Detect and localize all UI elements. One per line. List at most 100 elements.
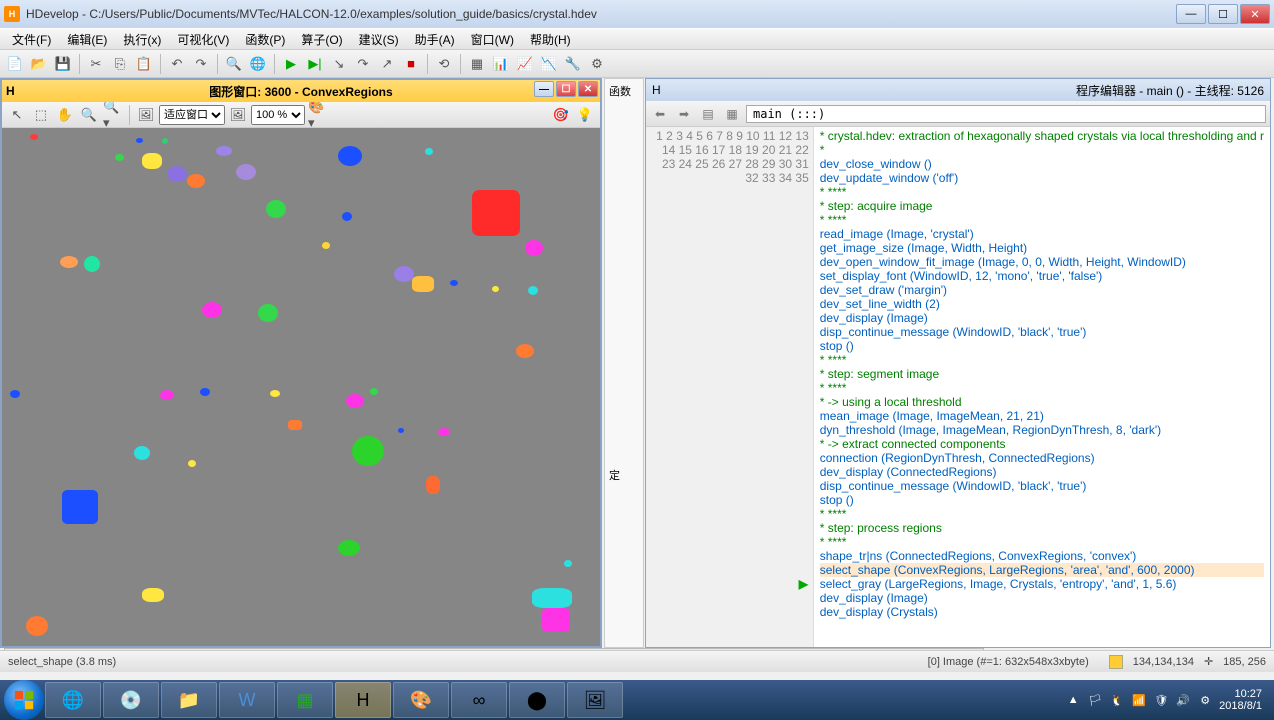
close-button[interactable]: ✕ (1240, 4, 1270, 24)
menu-item[interactable]: 执行(x) (115, 29, 169, 50)
minimize-button[interactable]: — (1176, 4, 1206, 24)
fit-select[interactable]: 适应窗口 (159, 105, 225, 125)
color-chip (1109, 655, 1123, 669)
region-blob (338, 146, 362, 166)
menu-item[interactable]: 窗口(W) (463, 29, 522, 50)
chart3-icon[interactable]: 📉 (538, 53, 560, 75)
window-buttons: — ☐ ✕ (1176, 4, 1270, 24)
status-left: select_shape (3.8 ms) (8, 656, 908, 668)
stop-icon[interactable]: ■ (400, 53, 422, 75)
task-app1[interactable]: 💿 (103, 682, 159, 718)
region-blob (516, 344, 534, 358)
save-icon[interactable]: 💾 (52, 53, 74, 75)
cut-icon[interactable]: ✂ (85, 53, 107, 75)
step-icon[interactable]: ▶| (304, 53, 326, 75)
task-hdevelop[interactable]: H (335, 682, 391, 718)
nav-fwd-icon[interactable]: ➡ (674, 104, 694, 124)
tray-qq-icon[interactable]: 🐧 (1109, 692, 1125, 708)
gw-maximize[interactable]: ☐ (556, 81, 576, 97)
status-rgb: 134,134,134 (1133, 656, 1194, 668)
region-blob (288, 420, 302, 430)
side-label-1: 函数 (605, 79, 643, 103)
region-blob (30, 134, 38, 140)
menu-item[interactable]: 算子(O) (293, 29, 350, 50)
graphics-canvas[interactable] (2, 128, 600, 646)
editor-titlebar[interactable]: H 程序编辑器 - main () - 主线程: 5126 (646, 79, 1270, 101)
nav-back-icon[interactable]: ⬅ (650, 104, 670, 124)
maximize-button[interactable]: ☐ (1208, 4, 1238, 24)
task-paint[interactable]: 🎨 (393, 682, 449, 718)
gw-minimize[interactable]: — (534, 81, 554, 97)
step-into-icon[interactable]: ↘ (328, 53, 350, 75)
tool2-icon[interactable]: ⚙ (586, 53, 608, 75)
bulb-icon[interactable]: 💡 (574, 104, 596, 126)
tray-net-icon[interactable]: 📶 (1131, 692, 1147, 708)
menu-item[interactable]: 编辑(E) (59, 29, 115, 50)
task-photos[interactable]: 🖼 (567, 682, 623, 718)
tray-clock[interactable]: 10:27 2018/8/1 (1219, 688, 1262, 712)
tray-gpu-icon[interactable]: ⚙ (1197, 692, 1213, 708)
tray-vol-icon[interactable]: 🔊 (1175, 692, 1191, 708)
zoom-icon[interactable]: 🔍 (78, 104, 100, 126)
menu-item[interactable]: 帮助(H) (522, 29, 579, 50)
run-icon[interactable]: ▶ (280, 53, 302, 75)
region-blob (492, 286, 499, 292)
task-excel[interactable]: ▦ (277, 682, 333, 718)
menu-item[interactable]: 助手(A) (407, 29, 463, 50)
hw-icon: H (6, 84, 15, 98)
region-blob (258, 304, 278, 322)
target-icon[interactable]: 🎯 (550, 104, 572, 126)
undo-icon[interactable]: ↶ (166, 53, 188, 75)
region-blob (162, 138, 168, 144)
tray-flag-icon[interactable]: 🏳 (1087, 692, 1103, 708)
task-browser[interactable]: 🌐 (45, 682, 101, 718)
pointer-icon[interactable]: ↖ (6, 104, 28, 126)
step-over-icon[interactable]: ↷ (352, 53, 374, 75)
statusbar: select_shape (3.8 ms) [0] Image (#=1: 63… (0, 650, 1274, 672)
system-tray: ▲ 🏳 🐧 📶 🛡 🔊 ⚙ 10:27 2018/8/1 (1065, 688, 1270, 712)
menu-item[interactable]: 函数(P) (237, 29, 293, 50)
procedure-name[interactable]: main (:::) (746, 105, 1266, 123)
start-button[interactable] (4, 680, 44, 720)
region-blob (10, 390, 20, 398)
tool1-icon[interactable]: 🔧 (562, 53, 584, 75)
image2-icon[interactable]: 🖼 (227, 104, 249, 126)
redo-icon[interactable]: ↷ (190, 53, 212, 75)
step-out-icon[interactable]: ↗ (376, 53, 398, 75)
find-icon[interactable]: 🔍 (223, 53, 245, 75)
globe-icon[interactable]: 🌐 (247, 53, 269, 75)
tray-up-icon[interactable]: ▲ (1065, 692, 1081, 708)
paste-icon[interactable]: 📋 (133, 53, 155, 75)
reset-icon[interactable]: ⟲ (433, 53, 455, 75)
window-icon[interactable]: ▦ (466, 53, 488, 75)
menu-item[interactable]: 文件(F) (4, 29, 59, 50)
chart1-icon[interactable]: 📊 (490, 53, 512, 75)
color-icon[interactable]: 🎨▾ (307, 104, 329, 126)
menu-item[interactable]: 可视化(V) (169, 29, 237, 50)
tray-shield-icon[interactable]: 🛡 (1153, 692, 1169, 708)
chart2-icon[interactable]: 📈 (514, 53, 536, 75)
nav-list-icon[interactable]: ▤ (698, 104, 718, 124)
copy-icon[interactable]: ⎘ (109, 53, 131, 75)
proc-icon[interactable]: ▦ (722, 104, 742, 124)
menu-item[interactable]: 建议(S) (351, 29, 407, 50)
task-explorer[interactable]: 📁 (161, 682, 217, 718)
task-app2[interactable]: ∞ (451, 682, 507, 718)
graphics-toolbar: ↖ ⬚ ✋ 🔍 🔍▾ 🖼 适应窗口 🖼 100 % 🎨▾ 🎯 💡 (2, 102, 600, 128)
code-area[interactable]: 1 2 3 4 5 6 7 8 9 10 11 12 13 14 15 16 1… (646, 127, 1270, 647)
hand-icon[interactable]: ✋ (54, 104, 76, 126)
select-icon[interactable]: ⬚ (30, 104, 52, 126)
gw-close[interactable]: ✕ (578, 81, 598, 97)
graphics-titlebar[interactable]: H 图形窗口: 3600 - ConvexRegions — ☐ ✕ (2, 80, 600, 102)
open-icon[interactable]: 📂 (28, 53, 50, 75)
line-gutter: 1 2 3 4 5 6 7 8 9 10 11 12 13 14 15 16 1… (646, 127, 814, 647)
code-content[interactable]: * crystal.hdev: extraction of hexagonall… (814, 127, 1270, 647)
zoom-select[interactable]: 100 % (251, 105, 305, 125)
task-word[interactable]: W (219, 682, 275, 718)
region-blob (322, 242, 330, 249)
zoom-dropdown-icon[interactable]: 🔍▾ (102, 104, 124, 126)
image-icon[interactable]: 🖼 (135, 104, 157, 126)
new-icon[interactable]: 📄 (4, 53, 26, 75)
region-blob (142, 153, 162, 169)
task-app3[interactable]: ⬤ (509, 682, 565, 718)
